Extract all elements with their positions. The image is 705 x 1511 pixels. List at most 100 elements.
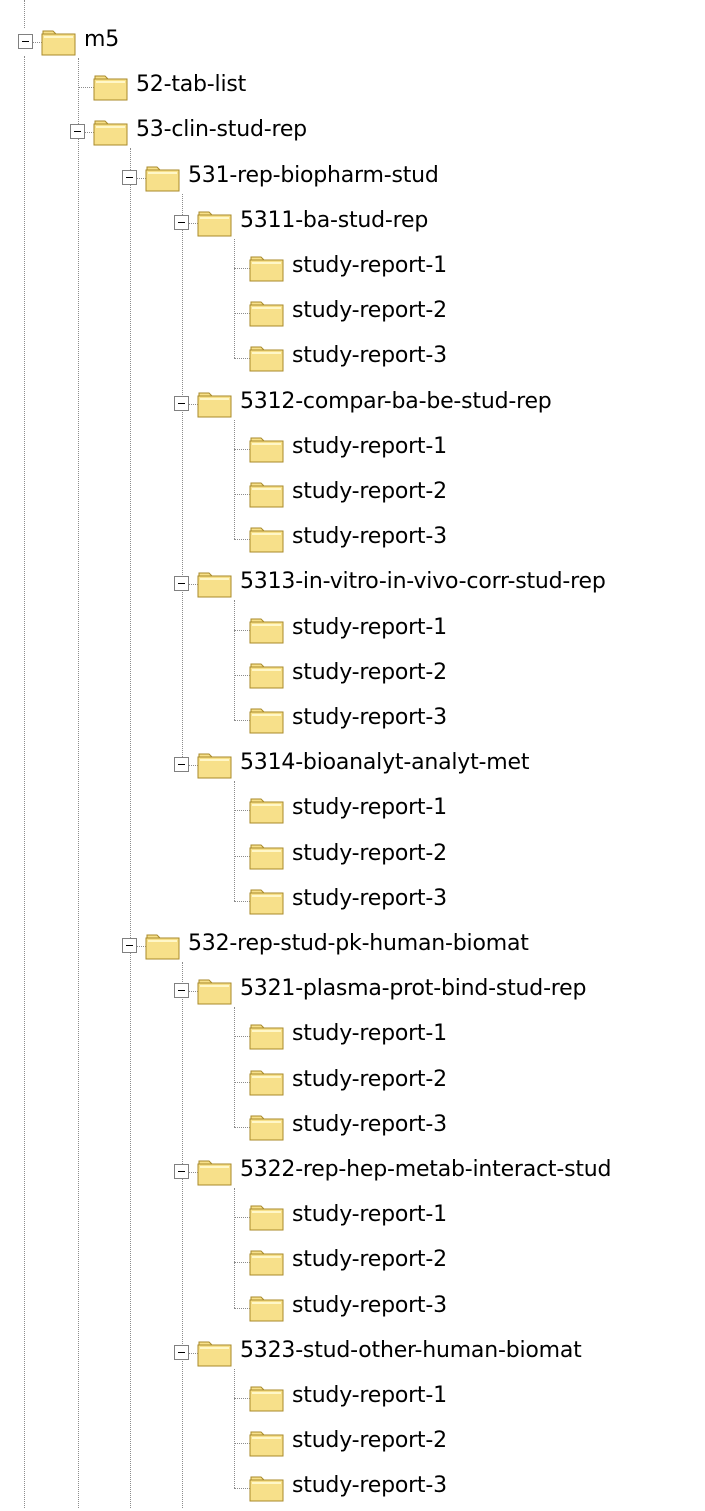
tree-node[interactable]: study-report-3 xyxy=(0,1285,705,1331)
folder-icon xyxy=(249,1205,284,1231)
folder-icon xyxy=(249,301,284,327)
tree-node-label[interactable]: study-report-2 xyxy=(292,1426,447,1456)
folder-icon xyxy=(41,30,76,56)
tree-node[interactable]: 5313-in-vitro-in-vivo-corr-stud-rep xyxy=(0,561,705,607)
folder-icon xyxy=(249,482,284,508)
tree-node[interactable]: study-report-2 xyxy=(0,833,705,879)
tree-node-label[interactable]: study-report-3 xyxy=(292,703,447,733)
tree-node[interactable]: study-report-3 xyxy=(0,878,705,924)
tree-node[interactable]: study-report-2 xyxy=(0,652,705,698)
folder-icon xyxy=(93,120,128,146)
tree-node[interactable]: 5323-stud-other-human-biomat xyxy=(0,1330,705,1376)
tree-node[interactable]: study-report-2 xyxy=(0,1420,705,1466)
tree-node-label[interactable]: study-report-2 xyxy=(292,477,447,507)
tree-node-label[interactable]: 5322-rep-hep-metab-interact-stud xyxy=(240,1155,611,1185)
tree-node[interactable]: study-report-1 xyxy=(0,426,705,472)
folder-icon xyxy=(249,798,284,824)
folder-icon xyxy=(249,437,284,463)
collapse-toggle-icon[interactable] xyxy=(174,1164,189,1179)
tree-node-label[interactable]: study-report-2 xyxy=(292,658,447,688)
tree-node-label[interactable]: 5313-in-vitro-in-vivo-corr-stud-rep xyxy=(240,567,606,597)
tree-node-label[interactable]: study-report-1 xyxy=(292,793,447,823)
tree-node[interactable]: 531-rep-biopharm-stud xyxy=(0,155,705,201)
tree-node-label[interactable]: study-report-3 xyxy=(292,1110,447,1140)
tree-node-label[interactable]: study-report-1 xyxy=(292,251,447,281)
tree-node[interactable]: 5322-rep-hep-metab-interact-stud xyxy=(0,1149,705,1195)
collapse-toggle-icon[interactable] xyxy=(122,938,137,953)
folder-icon xyxy=(197,753,232,779)
folder-icon xyxy=(249,663,284,689)
tree-node-label[interactable]: study-report-1 xyxy=(292,432,447,462)
tree-node[interactable]: 532-rep-stud-pk-human-biomat xyxy=(0,923,705,969)
folder-icon xyxy=(249,527,284,553)
collapse-toggle-icon[interactable] xyxy=(174,576,189,591)
collapse-toggle-icon[interactable] xyxy=(174,983,189,998)
tree-node[interactable]: 52-tab-list xyxy=(0,64,705,110)
tree-node-label[interactable]: 5323-stud-other-human-biomat xyxy=(240,1336,582,1366)
collapse-toggle-icon[interactable] xyxy=(122,170,137,185)
tree-node[interactable]: study-report-3 xyxy=(0,516,705,562)
folder-icon xyxy=(249,1070,284,1096)
tree-node-label[interactable]: 5312-compar-ba-be-stud-rep xyxy=(240,387,552,417)
tree-node[interactable]: 5312-compar-ba-be-stud-rep xyxy=(0,381,705,427)
folder-icon xyxy=(249,889,284,915)
folder-icon xyxy=(145,934,180,960)
tree-node-label[interactable]: study-report-3 xyxy=(292,1471,447,1501)
tree-node[interactable]: study-report-2 xyxy=(0,1059,705,1105)
tree-node-label[interactable]: 5314-bioanalyt-analyt-met xyxy=(240,748,529,778)
tree-node[interactable]: study-report-2 xyxy=(0,1239,705,1285)
tree-node-label[interactable]: study-report-1 xyxy=(292,613,447,643)
tree-node-label[interactable]: study-report-3 xyxy=(292,522,447,552)
tree-node[interactable]: 5321-plasma-prot-bind-stud-rep xyxy=(0,968,705,1014)
tree-node[interactable]: study-report-1 xyxy=(0,787,705,833)
tree-node-label[interactable]: study-report-3 xyxy=(292,1291,447,1321)
folder-icon xyxy=(249,1115,284,1141)
tree-node-label[interactable]: study-report-1 xyxy=(292,1200,447,1230)
tree-node[interactable]: study-report-2 xyxy=(0,290,705,336)
tree-node[interactable]: 5311-ba-stud-rep xyxy=(0,200,705,246)
tree-node-label[interactable]: 531-rep-biopharm-stud xyxy=(188,161,439,191)
tree-node-label[interactable]: study-report-3 xyxy=(292,341,447,371)
collapse-toggle-icon[interactable] xyxy=(70,124,85,139)
tree-node[interactable]: study-report-3 xyxy=(0,1104,705,1150)
tree-node[interactable]: study-report-1 xyxy=(0,607,705,653)
folder-icon xyxy=(145,166,180,192)
collapse-toggle-icon[interactable] xyxy=(174,1345,189,1360)
tree-node[interactable]: 5314-bioanalyt-analyt-met xyxy=(0,742,705,788)
collapse-toggle-icon[interactable] xyxy=(174,215,189,230)
tree-node-label[interactable]: study-report-2 xyxy=(292,839,447,869)
tree-node-label[interactable]: 5321-plasma-prot-bind-stud-rep xyxy=(240,974,586,1004)
tree-node-label[interactable]: 52-tab-list xyxy=(136,70,246,100)
tree-node[interactable]: study-report-1 xyxy=(0,245,705,291)
folder-icon xyxy=(249,256,284,282)
tree-node-label[interactable]: study-report-2 xyxy=(292,1245,447,1275)
folder-icon xyxy=(249,618,284,644)
tree-node-label[interactable]: 532-rep-stud-pk-human-biomat xyxy=(188,929,529,959)
tree-node-label[interactable]: 5311-ba-stud-rep xyxy=(240,206,428,236)
folder-tree: m5 52-tab-list 53-clin-stud-rep 531-rep-bio… xyxy=(0,0,705,1508)
tree-node-label[interactable]: study-report-2 xyxy=(292,296,447,326)
folder-icon xyxy=(249,1250,284,1276)
tree-node-label[interactable]: study-report-1 xyxy=(292,1381,447,1411)
tree-node[interactable]: 53-clin-stud-rep xyxy=(0,109,705,155)
tree-node[interactable]: study-report-1 xyxy=(0,1375,705,1421)
folder-icon xyxy=(197,392,232,418)
tree-node[interactable]: study-report-1 xyxy=(0,1013,705,1059)
tree-node-label[interactable]: 53-clin-stud-rep xyxy=(136,115,307,145)
folder-icon xyxy=(197,979,232,1005)
tree-node[interactable]: study-report-3 xyxy=(0,1465,705,1511)
folder-icon xyxy=(249,346,284,372)
tree-node[interactable]: study-report-1 xyxy=(0,1194,705,1240)
tree-node[interactable]: study-report-2 xyxy=(0,471,705,517)
tree-node-label[interactable]: study-report-1 xyxy=(292,1019,447,1049)
tree-node[interactable]: m5 xyxy=(0,19,705,65)
collapse-toggle-icon[interactable] xyxy=(18,34,33,49)
tree-node-label[interactable]: study-report-3 xyxy=(292,884,447,914)
tree-node-label[interactable]: study-report-2 xyxy=(292,1065,447,1095)
tree-node[interactable]: study-report-3 xyxy=(0,335,705,381)
tree-node[interactable]: study-report-3 xyxy=(0,697,705,743)
collapse-toggle-icon[interactable] xyxy=(174,396,189,411)
collapse-toggle-icon[interactable] xyxy=(174,757,189,772)
tree-node-label[interactable]: m5 xyxy=(84,25,119,55)
folder-icon xyxy=(197,1341,232,1367)
